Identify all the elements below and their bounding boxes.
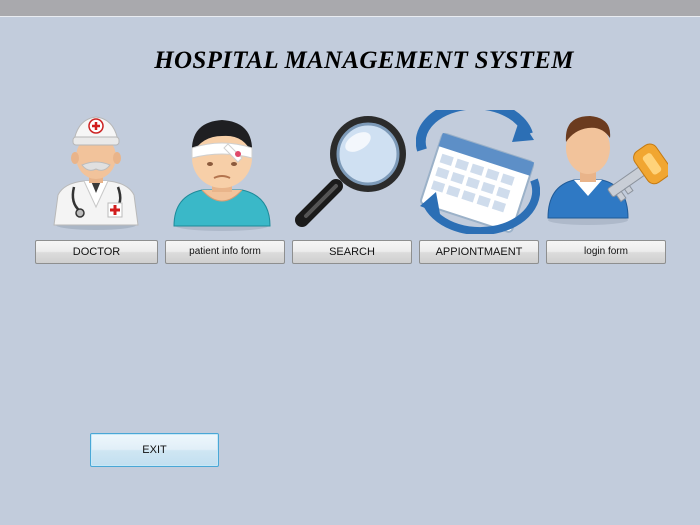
search-button[interactable]: SEARCH	[292, 240, 412, 264]
user-key-icon	[547, 116, 668, 225]
login-form-button[interactable]: login form	[546, 240, 666, 264]
page-title: HOSPITAL MANAGEMENT SYSTEM	[154, 47, 574, 74]
exit-button[interactable]: EXIT	[90, 433, 219, 467]
doctor-button[interactable]: DOCTOR	[35, 240, 158, 264]
patient-info-form-button[interactable]: patient info form	[165, 240, 285, 264]
patient-icon	[173, 120, 271, 231]
appointment-button[interactable]: APPIONTMAENT	[419, 240, 539, 264]
magnifier-icon	[295, 116, 406, 227]
doctor-icon	[53, 116, 139, 230]
calendar-icon	[416, 110, 540, 234]
window-top-bar	[0, 0, 700, 17]
